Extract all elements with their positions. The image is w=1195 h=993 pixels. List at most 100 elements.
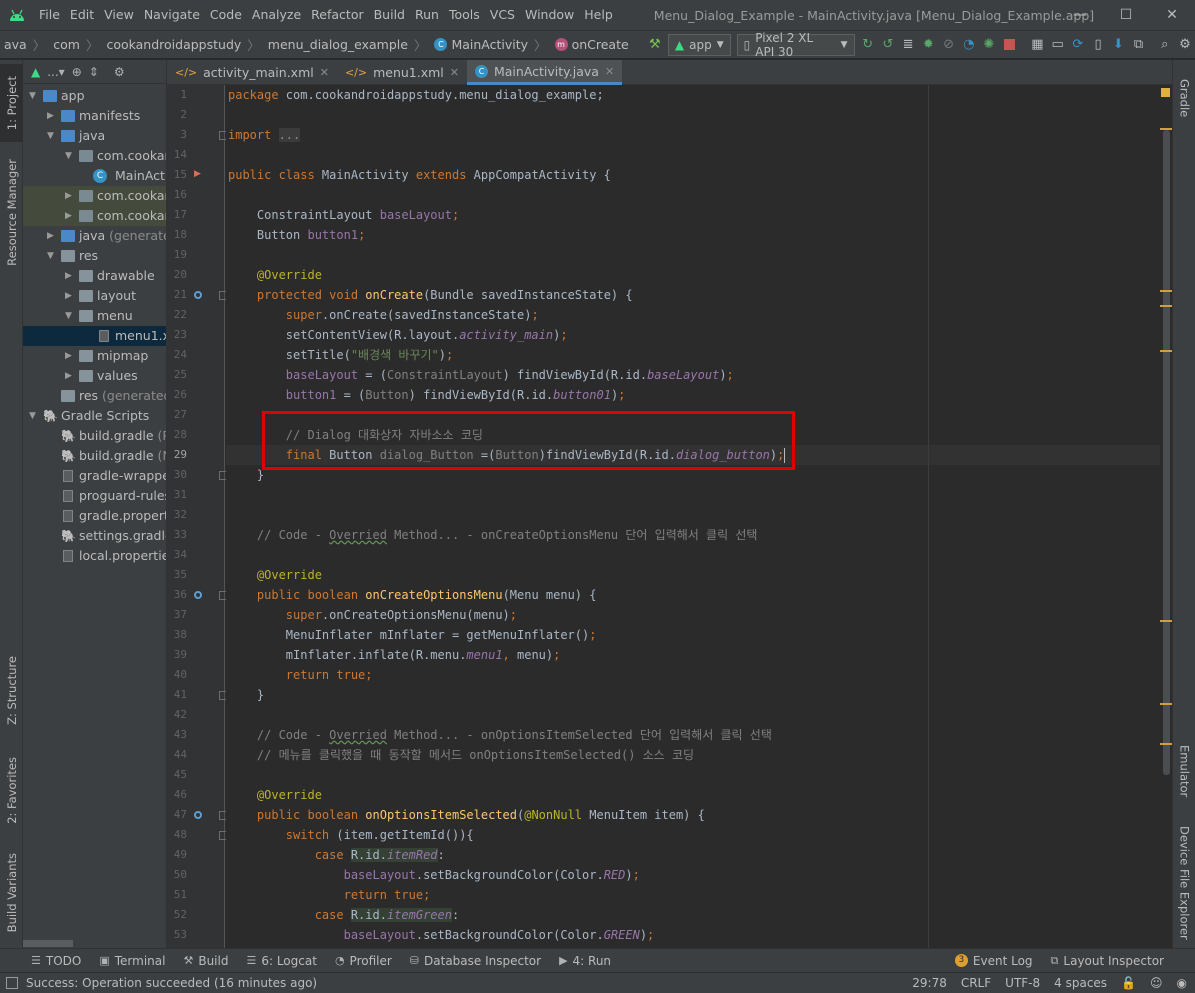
collapse-icon[interactable]: ⇕ (89, 65, 99, 79)
tool-6-logcat[interactable]: ☰ 6: Logcat (237, 949, 325, 973)
tab-favorites[interactable]: 2: Favorites (0, 750, 23, 830)
scrollbar-thumb[interactable] (1163, 130, 1170, 775)
tool-todo[interactable]: ☰ TODO (22, 949, 90, 973)
view-dropdown-icon[interactable]: ...▾ (47, 65, 64, 79)
indent-setting[interactable]: 4 spaces (1054, 976, 1107, 990)
horizontal-scrollbar[interactable] (23, 940, 73, 947)
scroll-marker[interactable] (1160, 620, 1172, 622)
tree-item[interactable]: proguard-rules.p (23, 486, 166, 506)
tool-event-log[interactable]: 3 Event Log (946, 949, 1042, 973)
tool-terminal[interactable]: ▣ Terminal (90, 949, 174, 973)
override-gutter-icon[interactable] (194, 591, 202, 599)
scroll-marker[interactable] (1160, 128, 1172, 130)
scroll-marker[interactable] (1160, 743, 1172, 745)
scroll-marker[interactable] (1160, 703, 1172, 705)
collapsed-arrow-icon[interactable]: ▶ (65, 186, 75, 206)
override-gutter-icon[interactable] (194, 291, 202, 299)
menu-analyze[interactable]: Analyze (247, 0, 306, 30)
menu-window[interactable]: Window (520, 0, 579, 30)
tool-4-run[interactable]: ▶ 4: Run (550, 949, 620, 973)
assistant-icon[interactable]: ⧉ (1128, 34, 1148, 56)
collapsed-arrow-icon[interactable]: ▶ (65, 346, 75, 366)
status-toggle-icon[interactable] (6, 977, 18, 989)
expanded-arrow-icon[interactable]: ▼ (29, 406, 39, 426)
tree-item[interactable]: C MainActivi (23, 166, 166, 186)
avd-manager-icon[interactable]: ▯ (1088, 34, 1108, 56)
debug-icon[interactable]: ✹ (918, 34, 938, 56)
breadcrumb-item[interactable]: m onCreate (551, 30, 633, 59)
editor-scrollbar[interactable] (1160, 85, 1172, 948)
tree-item[interactable]: gradle.properties (23, 506, 166, 526)
tab-emulator[interactable]: Emulator (1173, 736, 1195, 806)
menu-view[interactable]: View (99, 0, 139, 30)
debug-bug-icon[interactable]: ✺ (979, 34, 999, 56)
apply-changes-icon[interactable]: ↻ (858, 34, 878, 56)
tree-item[interactable]: 🐘build.gradle (Mo (23, 446, 166, 466)
tree-item[interactable]: ▼ res (23, 246, 166, 266)
scroll-marker[interactable] (1160, 350, 1172, 352)
scroll-marker[interactable] (1160, 305, 1172, 307)
tab-build-variants[interactable]: Build Variants (0, 845, 23, 940)
breadcrumb-item[interactable]: C MainActivity 〉 (430, 30, 550, 59)
collapsed-arrow-icon[interactable]: ▶ (65, 366, 75, 386)
expanded-arrow-icon[interactable]: ▼ (47, 246, 57, 266)
close-button[interactable]: ✕ (1149, 0, 1195, 30)
expanded-arrow-icon[interactable]: ▼ (65, 146, 75, 166)
tab-resource-manager[interactable]: Resource Manager (0, 152, 23, 272)
collapsed-arrow-icon[interactable]: ▶ (47, 226, 57, 246)
breadcrumb-item[interactable]: cookandroidappstudy 〉 (102, 30, 263, 59)
run-gutter-icon[interactable]: ▶ (194, 169, 201, 179)
breadcrumb-item[interactable]: ava 〉 (0, 30, 49, 59)
tree-item[interactable]: ▶ manifests (23, 106, 166, 126)
collapsed-arrow-icon[interactable]: ▶ (65, 206, 75, 226)
menu-code[interactable]: Code (205, 0, 247, 30)
status-message[interactable]: Success: Operation succeeded (16 minutes… (26, 976, 317, 990)
tree-item[interactable]: ▶ values (23, 366, 166, 386)
tree-item[interactable]: res (generated) (23, 386, 166, 406)
sync-icon[interactable]: ⟳ (1068, 34, 1088, 56)
expanded-arrow-icon[interactable]: ▼ (47, 126, 57, 146)
tree-item[interactable]: ▼ java (23, 126, 166, 146)
menu-build[interactable]: Build (369, 0, 410, 30)
tool-build[interactable]: ⚒ Build (174, 949, 237, 973)
menu-file[interactable]: File (34, 0, 65, 30)
tree-item[interactable]: 🐘build.gradle (Pro (23, 426, 166, 446)
tree-item[interactable]: ▶ com.cookand (23, 186, 166, 206)
list-icon[interactable]: ≣ (898, 34, 918, 56)
tab-structure[interactable]: Z: Structure (0, 650, 23, 730)
collapsed-arrow-icon[interactable]: ▶ (47, 106, 57, 126)
tab-project[interactable]: 1: Project (0, 64, 23, 142)
tree-item[interactable]: ▶ com.cookand (23, 206, 166, 226)
tree-item[interactable]: ▼ app (23, 86, 166, 106)
tree-item[interactable]: ▶ layout (23, 286, 166, 306)
hammer-icon[interactable]: ⚒ (645, 34, 665, 56)
tree-item[interactable]: ▶ mipmap (23, 346, 166, 366)
menu-help[interactable]: Help (579, 0, 618, 30)
layout-icon[interactable]: ▭ (1048, 34, 1068, 56)
close-tab-icon[interactable]: ✕ (450, 66, 459, 79)
expanded-arrow-icon[interactable]: ▼ (65, 306, 75, 326)
override-gutter-icon[interactable] (194, 811, 202, 819)
tree-item[interactable]: ▼ menu (23, 306, 166, 326)
lock-icon[interactable]: 🔓 (1121, 976, 1136, 990)
tab-gradle[interactable]: Gradle (1173, 68, 1195, 128)
android-view-icon[interactable]: ▲ (31, 65, 40, 79)
search-icon[interactable]: ⌕ (1155, 34, 1175, 56)
profile-icon[interactable]: ◔ (959, 34, 979, 56)
menu-edit[interactable]: Edit (65, 0, 99, 30)
close-tab-icon[interactable]: ✕ (320, 66, 329, 79)
collapsed-arrow-icon[interactable]: ▶ (65, 286, 75, 306)
collapsed-arrow-icon[interactable]: ▶ (65, 266, 75, 286)
menu-navigate[interactable]: Navigate (139, 0, 205, 30)
tool-database-inspector[interactable]: ⛁ Database Inspector (401, 949, 550, 973)
expanded-arrow-icon[interactable]: ▼ (29, 86, 39, 106)
stop-icon[interactable] (999, 34, 1019, 56)
tree-item[interactable]: 🐘settings.gradle ( (23, 526, 166, 546)
attach-debugger-icon[interactable]: ⊘ (938, 34, 958, 56)
minimize-button[interactable]: — (1057, 0, 1103, 30)
settings-icon[interactable]: ⚙ (1175, 34, 1195, 56)
tree-item[interactable]: ▼ 🐘 Gradle Scripts (23, 406, 166, 426)
tree-item[interactable]: gradle-wrapper.p (23, 466, 166, 486)
tree-item[interactable]: menu1.xn (23, 326, 166, 346)
run-config-select[interactable]: ▲ app ▼ (667, 33, 731, 56)
